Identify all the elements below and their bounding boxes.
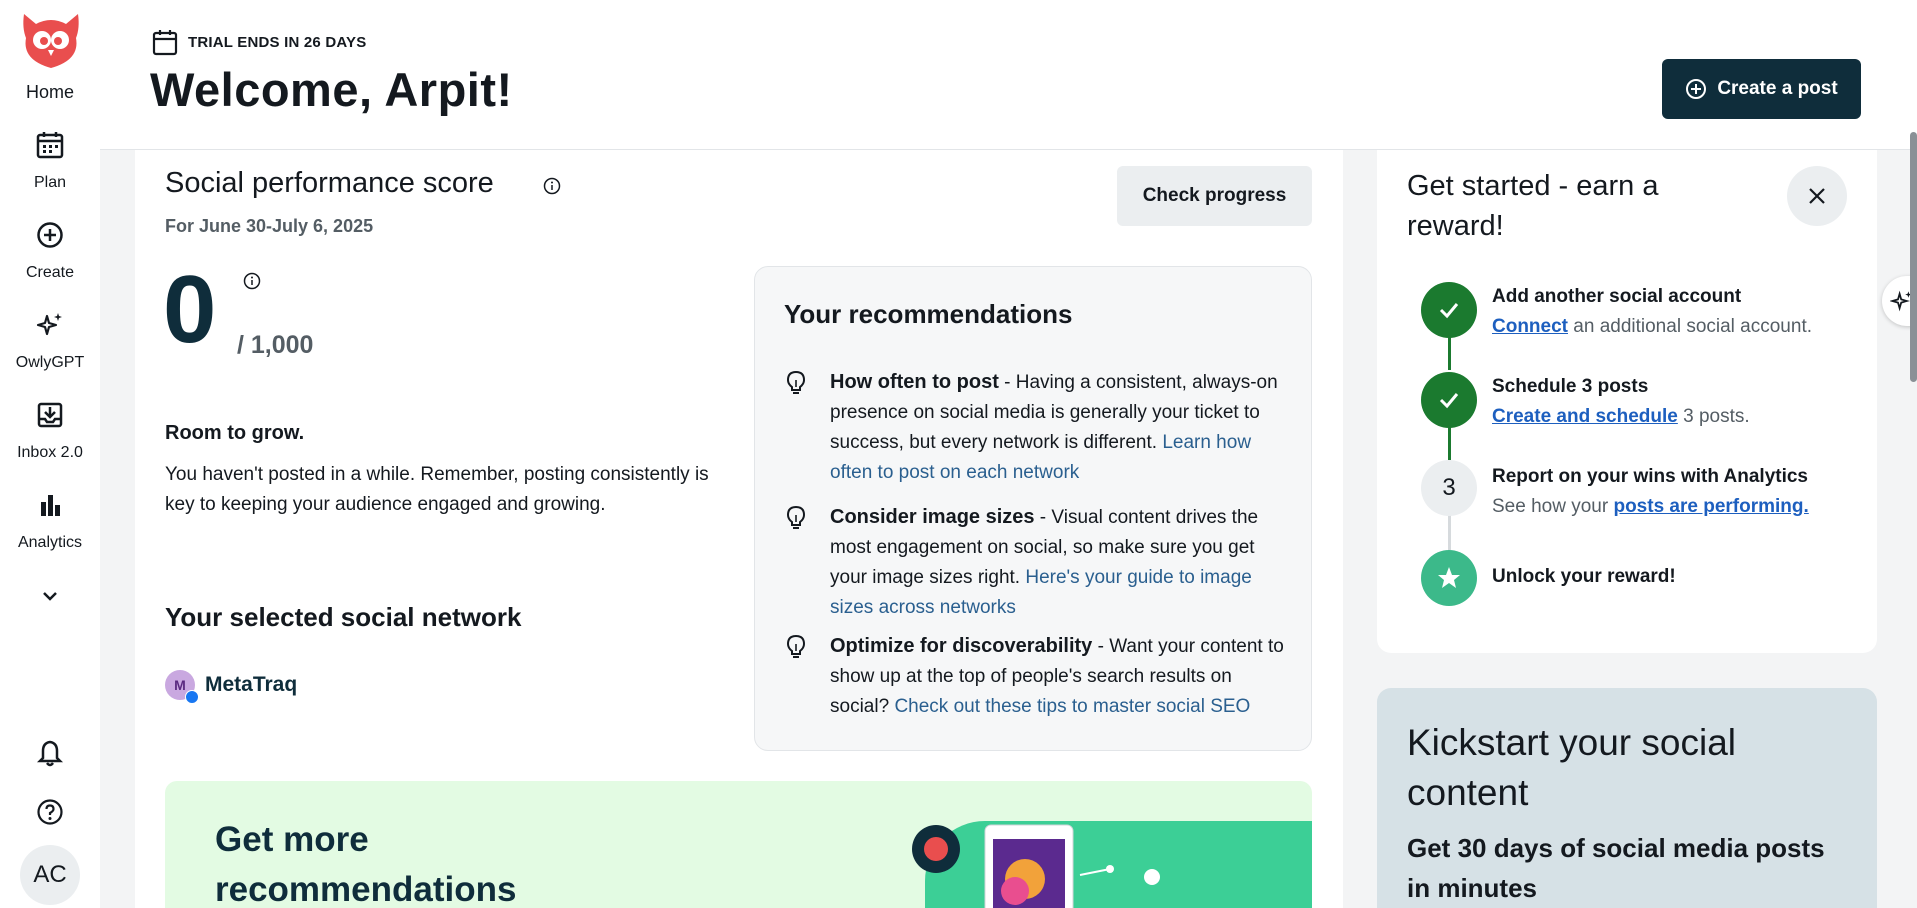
- star-icon: [1438, 567, 1460, 588]
- lightbulb-icon: [786, 634, 806, 658]
- plus-circle-icon: [37, 222, 63, 248]
- selected-network-title: Your selected social network: [165, 602, 522, 632]
- step-reward-badge: [1421, 550, 1477, 606]
- network-name: MetaTraq: [205, 673, 298, 696]
- nav-label-analytics: Analytics: [17, 534, 83, 551]
- nav-home-label[interactable]: Home: [0, 82, 100, 103]
- nav-label-inbox: Inbox 2.0: [17, 444, 83, 461]
- network-initial: M: [174, 677, 186, 693]
- plus-circle-icon: [1686, 79, 1707, 99]
- calendar-icon: [152, 30, 178, 56]
- recommendation-text: Consider image sizes - Visual content dr…: [830, 506, 1259, 618]
- step-connector: [1448, 510, 1451, 550]
- owl-logo-icon[interactable]: [18, 10, 84, 72]
- create-schedule-link[interactable]: Create and schedule: [1492, 406, 1678, 427]
- recommendation-link[interactable]: Check out these tips to master social SE…: [894, 696, 1250, 717]
- avatar[interactable]: AC: [20, 845, 80, 905]
- chevron-down-icon[interactable]: [36, 582, 64, 610]
- nav-item-analytics[interactable]: Analytics: [0, 490, 100, 552]
- score-max: / 1,000: [237, 331, 314, 359]
- nav-item-owlygpt[interactable]: OwlyGPT: [0, 310, 100, 372]
- trial-text: TRIAL ENDS IN 26 DAYS: [188, 33, 367, 51]
- score-value: 0: [163, 256, 217, 363]
- create-post-button[interactable]: Create a post: [1662, 59, 1861, 119]
- page-title: Welcome, Arpit!: [150, 63, 513, 116]
- create-post-label: Create a post: [1717, 78, 1838, 99]
- selected-network[interactable]: M MetaTraq: [165, 670, 298, 704]
- step-desc: Create and schedule 3 posts.: [1492, 406, 1750, 428]
- kickstart-subtitle: Get 30 days of social media posts in min…: [1407, 833, 1825, 903]
- step-desc-text: See how your: [1492, 496, 1609, 517]
- facebook-icon: [185, 690, 199, 704]
- step-complete-badge: [1421, 372, 1477, 428]
- info-icon[interactable]: [243, 272, 261, 290]
- step-desc: Connect an additional social account.: [1492, 316, 1812, 338]
- recommendations-promo[interactable]: Get more recommendations: [165, 781, 1312, 908]
- score-title: Social performance score: [165, 167, 494, 199]
- score-date-range: For June 30-July 6, 2025: [165, 216, 374, 236]
- recommendation-item: How often to post - Having a consistent,…: [784, 367, 1294, 488]
- promo-illustration-icon: [912, 824, 1160, 908]
- close-icon: [1809, 188, 1825, 204]
- step-title: Report on your wins with Analytics: [1492, 466, 1808, 487]
- nav-label-plan: Plan: [33, 174, 67, 191]
- recommendations-panel: Your recommendations How often to post -…: [754, 266, 1312, 751]
- connect-link[interactable]: Connect: [1492, 316, 1568, 337]
- recommendation-text: How often to post - Having a consistent,…: [830, 371, 1278, 483]
- promo-title: Get more recommendations: [215, 820, 517, 908]
- get-started-title: Get started - earn a reward!: [1407, 170, 1659, 242]
- kickstart-title: Kickstart your social content: [1407, 722, 1736, 813]
- bar-chart-icon: [41, 495, 60, 516]
- step-desc-text: an additional social account.: [1573, 316, 1812, 337]
- score-status-title: Room to grow.: [165, 422, 305, 444]
- step-title: Schedule 3 posts: [1492, 376, 1649, 397]
- step-complete-badge: [1421, 282, 1477, 338]
- inbox-icon: [37, 402, 63, 428]
- nav-item-plan[interactable]: Plan: [0, 130, 100, 192]
- lightbulb-icon: [786, 505, 806, 529]
- recommendations-title: Your recommendations: [784, 299, 1073, 329]
- sparkles-icon: [36, 313, 62, 336]
- recommendation-item: Optimize for discoverability - Want your…: [784, 631, 1294, 722]
- close-button[interactable]: [1787, 166, 1847, 226]
- recommendation-heading: Optimize for discoverability: [830, 635, 1093, 657]
- calendar-icon: [36, 132, 64, 159]
- lightbulb-icon: [786, 370, 806, 394]
- step-title: Add another social account: [1492, 286, 1742, 307]
- checkmark-icon: [1439, 393, 1459, 409]
- step-number-badge: 3: [1421, 460, 1477, 516]
- nav-label-create: Create: [25, 264, 75, 281]
- recommendation-heading: How often to post: [830, 371, 999, 393]
- bell-icon[interactable]: [36, 738, 64, 768]
- network-avatar: M: [165, 670, 199, 704]
- nav-label-owlygpt: OwlyGPT: [15, 354, 85, 371]
- scrollbar[interactable]: [1910, 132, 1917, 382]
- trial-banner: TRIAL ENDS IN 26 DAYS: [152, 28, 366, 56]
- posts-performing-link[interactable]: posts are performing.: [1613, 496, 1808, 517]
- nav-item-inbox[interactable]: Inbox 2.0: [0, 400, 100, 462]
- sidebar: Home Plan Create OwlyGPT Inbox 2.0 Analy…: [0, 0, 100, 908]
- recommendation-item: Consider image sizes - Visual content dr…: [784, 502, 1294, 623]
- check-progress-button[interactable]: Check progress: [1117, 166, 1312, 226]
- nav-item-create[interactable]: Create: [0, 220, 100, 282]
- checkmark-icon: [1439, 303, 1459, 319]
- score-status-desc: You haven't posted in a while. Remember,…: [165, 464, 709, 515]
- help-icon[interactable]: [36, 798, 64, 826]
- recommendation-text: Optimize for discoverability - Want your…: [830, 635, 1284, 717]
- recommendation-heading: Consider image sizes: [830, 506, 1035, 528]
- step-title: Unlock your reward!: [1492, 566, 1676, 587]
- step-desc: See how your posts are performing.: [1492, 496, 1809, 518]
- step-desc-text: 3 posts.: [1683, 406, 1750, 427]
- info-icon[interactable]: [543, 177, 561, 195]
- page-header: TRIAL ENDS IN 26 DAYS Welcome, Arpit! Cr…: [100, 0, 1917, 150]
